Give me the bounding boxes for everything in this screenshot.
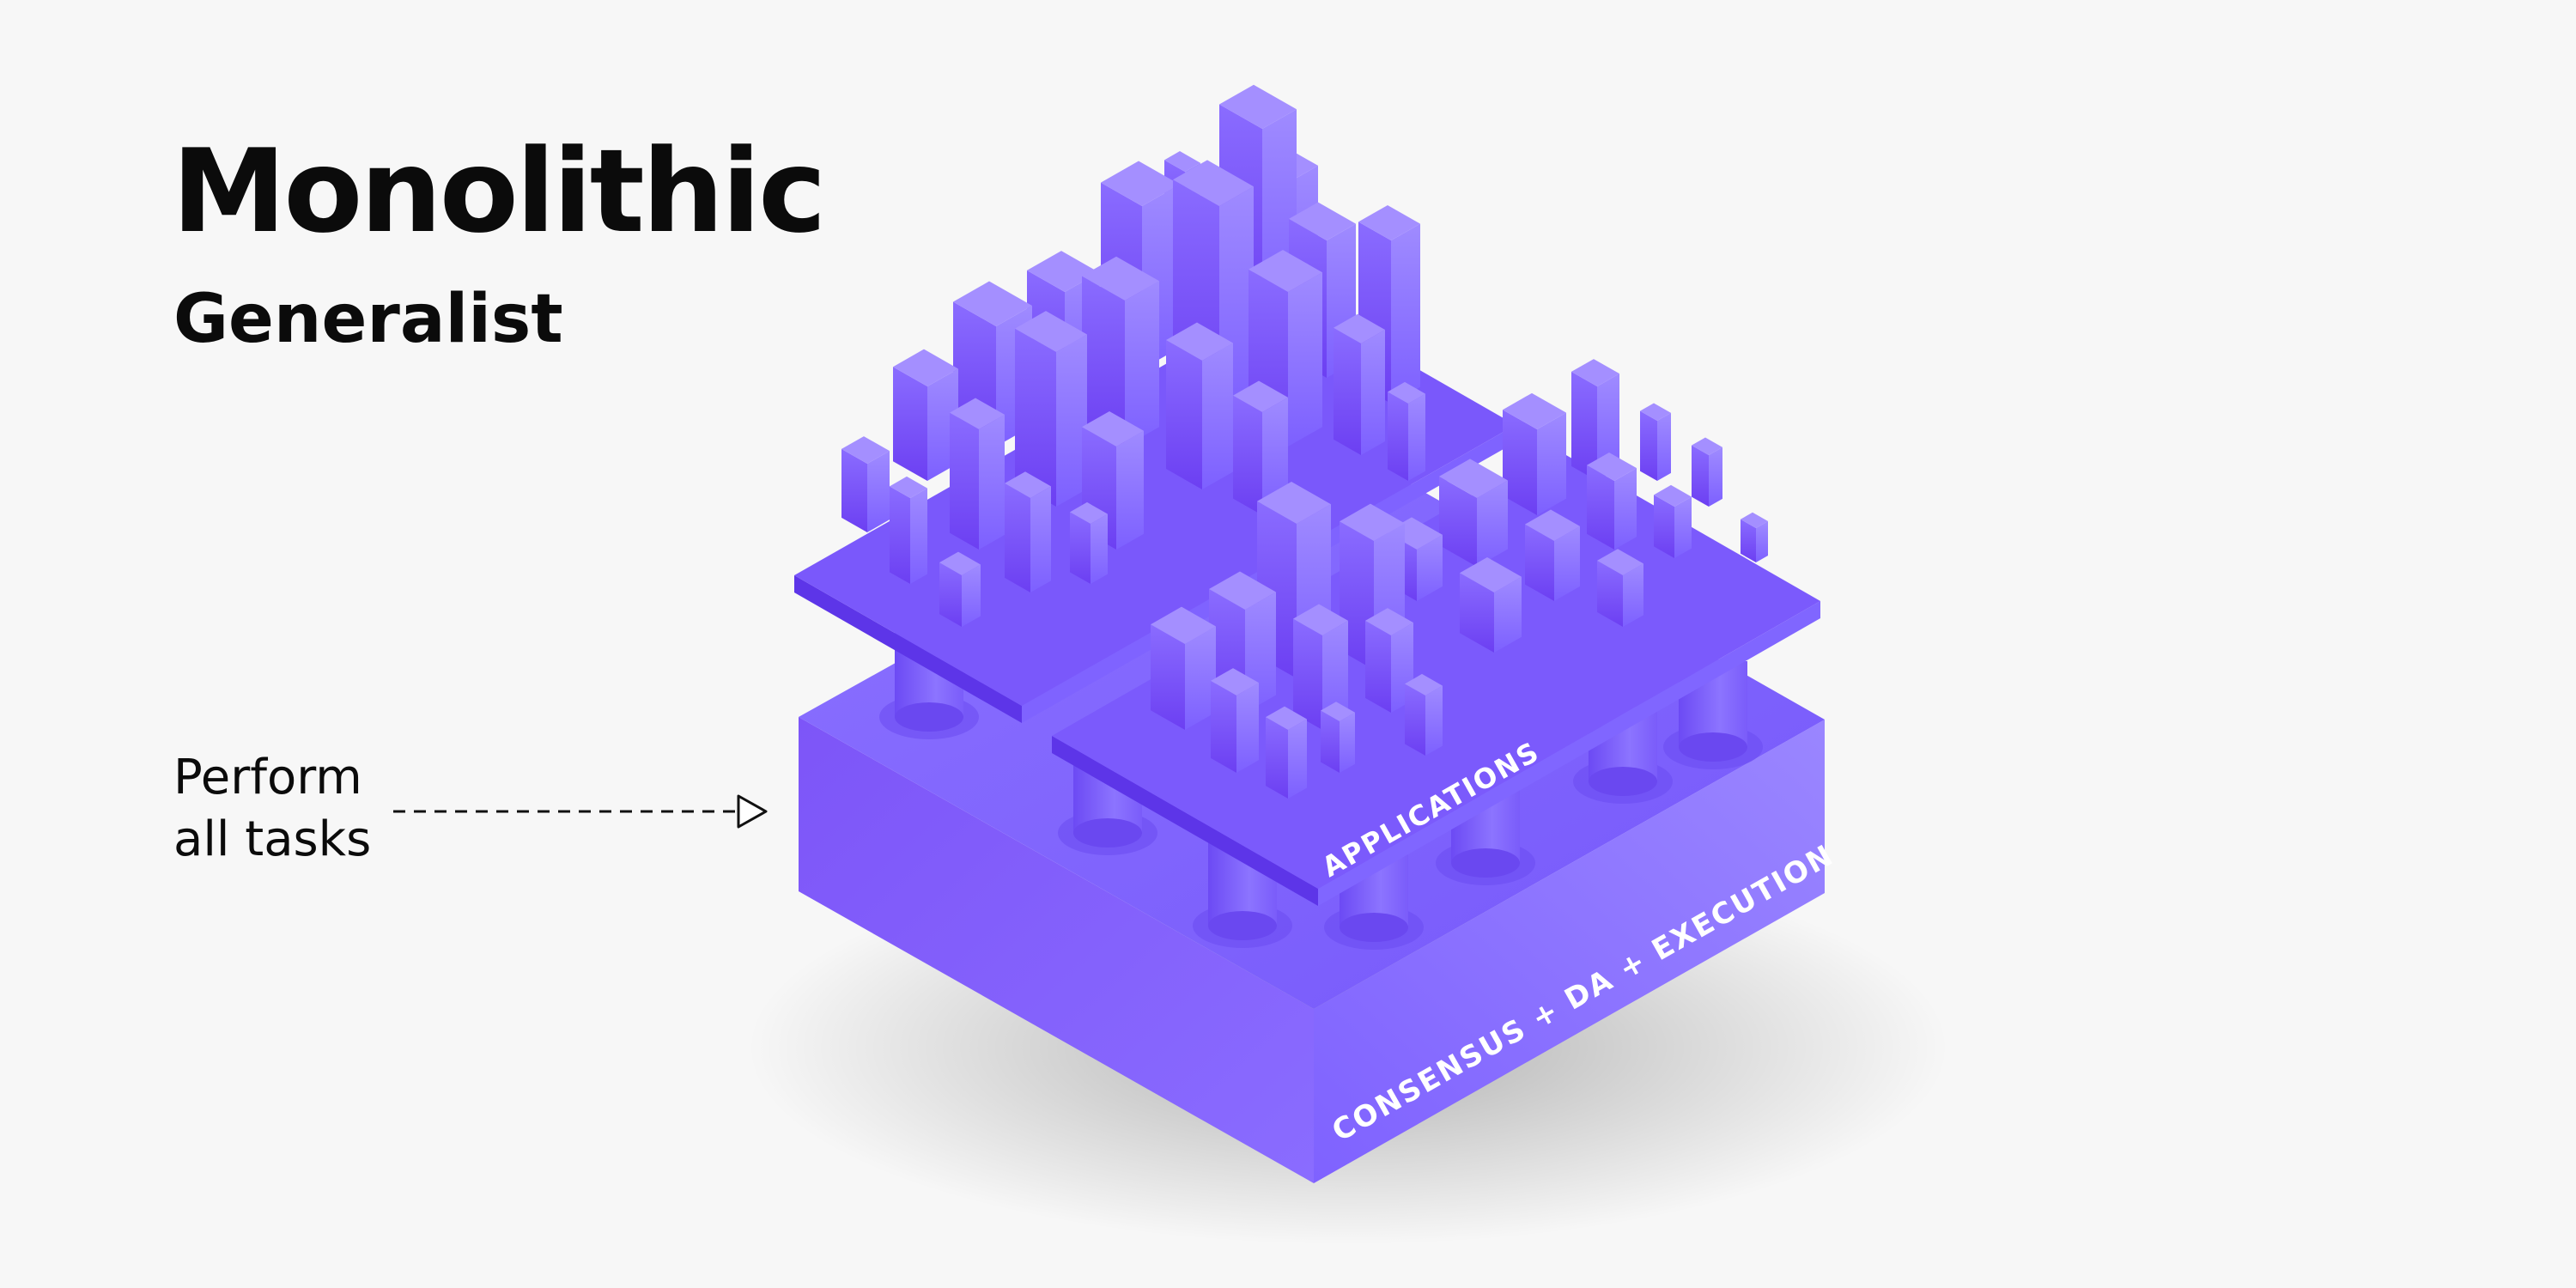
building-block	[893, 349, 958, 481]
building-block	[1334, 313, 1385, 455]
building-block	[1692, 437, 1722, 507]
building-block	[1321, 702, 1355, 773]
building-block	[1151, 606, 1216, 730]
building-block	[841, 436, 890, 532]
building-block	[1266, 706, 1307, 799]
building-block	[1654, 484, 1692, 558]
building-block	[1503, 392, 1566, 515]
building-block	[1525, 509, 1580, 601]
building-block	[1211, 668, 1259, 773]
building-block	[950, 398, 1005, 550]
monolithic-stack-illustration: APPLICATIONS CONSENSUS + DA + EXECUTION	[393, 84, 1949, 1245]
building-block	[1460, 556, 1522, 653]
building-block	[890, 476, 927, 584]
building-block	[1405, 673, 1443, 756]
building-block	[1005, 471, 1051, 592]
building-block	[1587, 452, 1637, 550]
building-block	[1597, 549, 1643, 627]
building-block	[1741, 512, 1768, 562]
building-block	[939, 551, 981, 627]
arrow-head-icon	[737, 794, 768, 829]
building-block	[1640, 403, 1671, 481]
building-block	[1388, 381, 1425, 481]
building-block	[1166, 322, 1233, 489]
building-block	[1439, 459, 1508, 567]
dashed-arrow	[393, 794, 768, 829]
building-block	[1070, 501, 1108, 584]
